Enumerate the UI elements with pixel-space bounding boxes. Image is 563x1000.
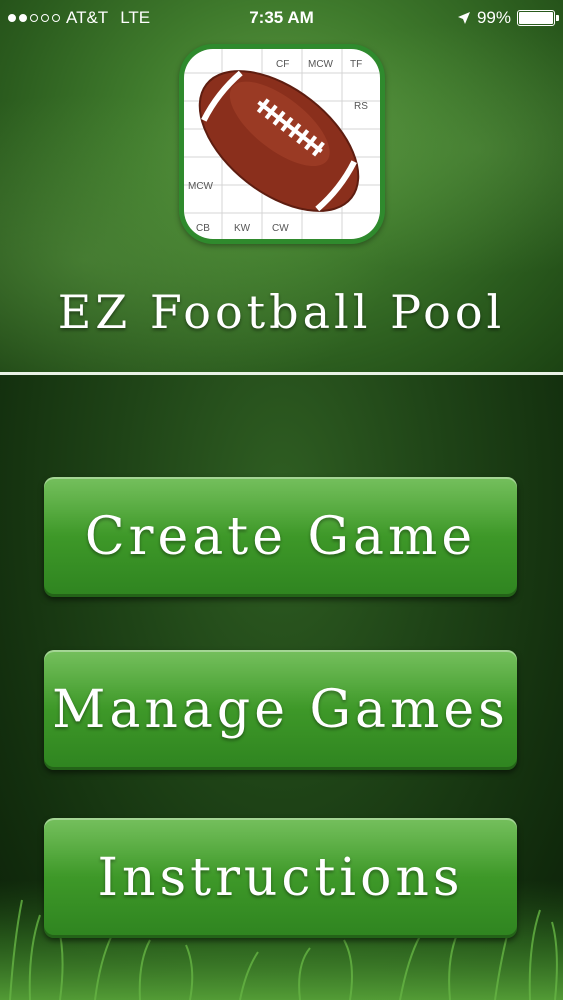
football-grid-graphic: CF MCW TF RS MCW CB KW CW (184, 49, 380, 239)
grid-label: KW (234, 223, 251, 234)
grid-label: MCW (188, 181, 214, 192)
location-arrow-icon (457, 12, 470, 24)
app-title: EZ Football Pool (57, 285, 506, 339)
create-game-button[interactable]: Create Game (44, 477, 517, 597)
grid-label: TF (350, 59, 362, 70)
app-logo: CF MCW TF RS MCW CB KW CW (179, 44, 385, 244)
battery-fill (519, 12, 553, 24)
instructions-button[interactable]: Instructions (44, 818, 517, 938)
manage-games-label: Manage Games (52, 680, 509, 740)
status-right: 99% (457, 8, 559, 28)
grid-label: CW (272, 223, 289, 234)
status-bar: AT&T LTE 7:35 AM 99% (0, 0, 563, 38)
create-game-label: Create Game (84, 507, 477, 567)
battery-icon (517, 10, 559, 26)
grid-label: CB (196, 223, 210, 234)
instructions-label: Instructions (97, 848, 464, 908)
app-logo-image: CF MCW TF RS MCW CB KW CW (184, 49, 380, 239)
grid-label: CF (276, 59, 289, 70)
grid-label: RS (354, 101, 368, 112)
battery-percent: 99% (476, 8, 511, 27)
manage-games-button[interactable]: Manage Games (44, 650, 517, 770)
grid-label: MCW (308, 59, 334, 70)
